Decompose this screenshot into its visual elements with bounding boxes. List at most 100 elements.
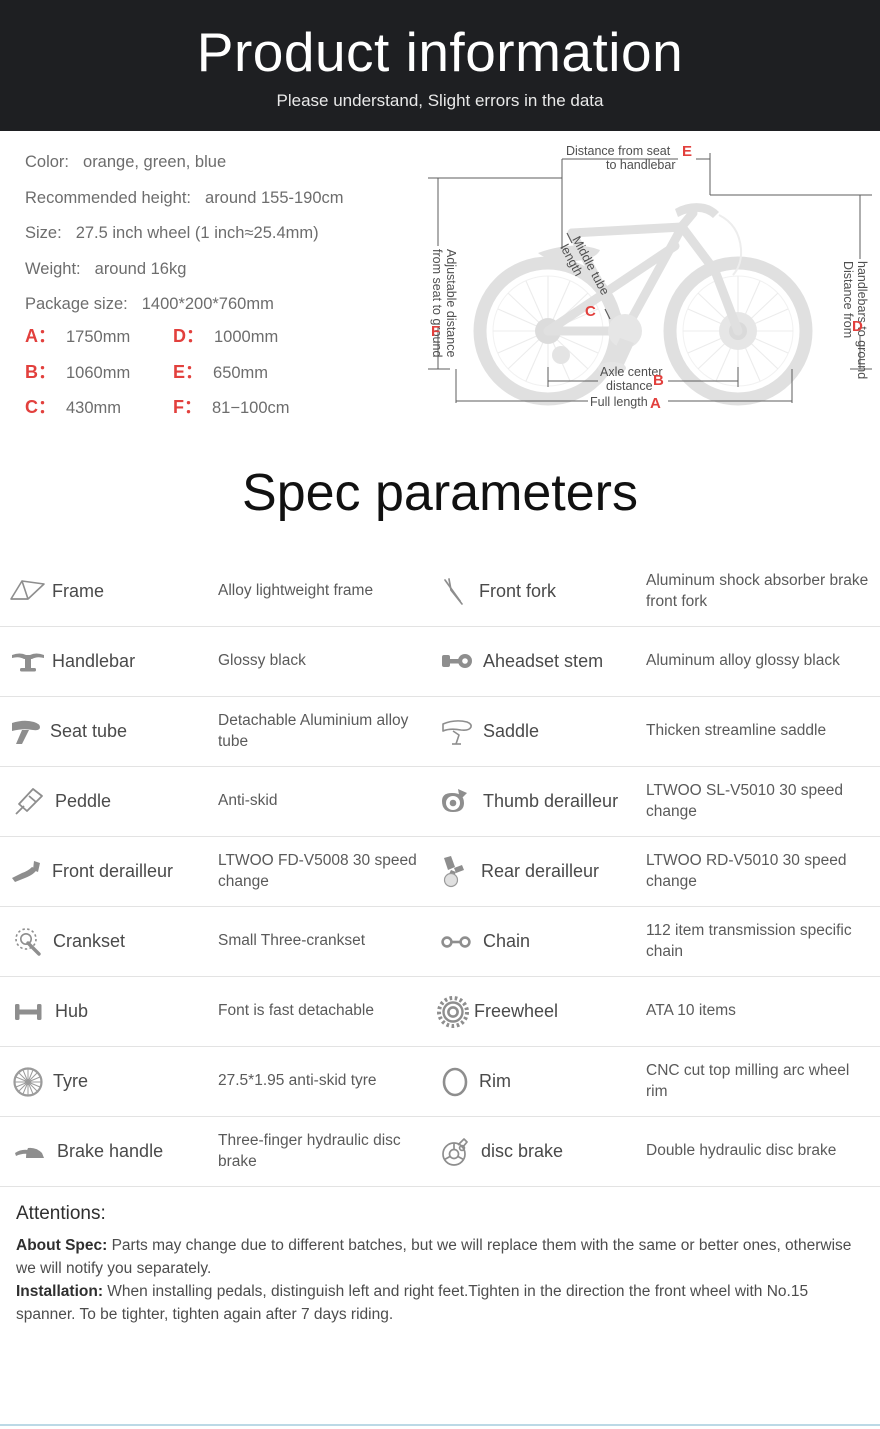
label-adjustable-line2: from seat to ground xyxy=(430,249,444,357)
dimension-entry: C： 430mm xyxy=(25,390,173,426)
page-title: Product information xyxy=(196,21,684,84)
crankset-icon xyxy=(15,927,41,956)
dimension-entry: F： 81−100cm xyxy=(173,390,355,426)
label-seat-to-handlebar-line2: to handlebar xyxy=(606,158,676,172)
spec-name-label: Front derailleur xyxy=(52,861,174,882)
page-subtitle: Please understand, Slight errors in the … xyxy=(276,90,604,110)
about-spec-text: Parts may change due to different batche… xyxy=(16,1237,852,1277)
spec-value: Thicken streamline saddle xyxy=(646,722,827,740)
attribute-row: Weight: around 16kg xyxy=(25,252,425,288)
attribute-label: Weight: xyxy=(25,259,81,278)
installation-label: Installation: xyxy=(16,1283,103,1300)
spec-value: LTWOO SL-V5010 30 speed change xyxy=(646,782,844,820)
table-row: Seat tube Detachable Aluminium alloy tub… xyxy=(0,697,880,767)
spec-value: Detachable Aluminium alloy tube xyxy=(218,712,409,750)
dimension-entry: E： 650mm xyxy=(173,355,355,391)
freewheel-icon xyxy=(437,995,469,1028)
spec-value: Three-finger hydraulic disc brake xyxy=(218,1132,401,1170)
dimension-value: 1750mm xyxy=(66,328,131,346)
attention-installation-paragraph: Installation: When installing pedals, di… xyxy=(16,1280,864,1326)
label-key-A: A xyxy=(650,395,661,412)
spec-name-label: Brake handle xyxy=(57,1141,164,1162)
about-spec-label: About Spec: xyxy=(16,1237,108,1254)
spec-value: 112 item transmission specific chain xyxy=(646,922,852,960)
handlebar-icon xyxy=(12,653,44,671)
spec-name-label: Peddle xyxy=(55,791,112,812)
spec-value: Double hydraulic disc brake xyxy=(646,1142,837,1160)
spec-name-cell: Seat tube xyxy=(0,716,200,748)
front-derailleur-icon xyxy=(12,860,40,882)
attentions-title: Attentions: xyxy=(16,1203,106,1224)
hub-icon xyxy=(15,1003,42,1020)
label-adjustable-line1: Adjustable distance xyxy=(444,249,458,357)
attribute-value: around 16kg xyxy=(94,259,187,278)
spec-value: LTWOO RD-V5010 30 speed change xyxy=(646,852,847,890)
spec-name-label: Hub xyxy=(55,1001,89,1022)
attentions-section: Attentions: About Spec: Parts may change… xyxy=(0,1187,880,1326)
aheadset-stem-icon xyxy=(442,653,472,668)
rear-derailleur-icon xyxy=(443,855,464,887)
spec-name-cell: Front derailleur xyxy=(0,858,200,886)
spec-value: ATA 10 items xyxy=(646,1002,736,1020)
attribute-label: Recommended height: xyxy=(25,188,192,207)
dimension-entry: A： 1750mm xyxy=(25,319,173,355)
attention-spec-paragraph: About Spec: Parts may change due to diff… xyxy=(16,1234,864,1280)
spec-name-label: Freewheel xyxy=(474,1001,559,1022)
rim-icon xyxy=(442,1067,468,1096)
spec-name-cell: Hub xyxy=(0,1001,200,1023)
spec-value: Alloy lightweight frame xyxy=(218,582,374,600)
label-key-E: E xyxy=(682,143,692,160)
dimension-value: 430mm xyxy=(66,399,122,417)
attribute-value: around 155-190cm xyxy=(205,188,344,207)
attribute-row: Color: orange, green, blue xyxy=(25,145,425,181)
attribute-label: Package size: xyxy=(25,295,128,313)
attribute-label: Color: xyxy=(25,153,70,171)
product-attributes-list: Color: orange, green, blue Recommended he… xyxy=(25,145,425,323)
spec-name-label: Chain xyxy=(483,931,531,952)
spec-name-cell: Peddle xyxy=(0,786,200,818)
dimension-key: A： xyxy=(25,326,56,346)
disc-brake-icon xyxy=(442,1137,468,1166)
spec-name-label: Handlebar xyxy=(52,651,136,672)
spec-value: Aluminum alloy glossy black xyxy=(646,652,840,670)
spec-parameters-heading: Spec parameters xyxy=(242,464,638,522)
spec-name-cell: Front fork xyxy=(428,576,638,608)
spec-name-cell: Rim xyxy=(428,1066,638,1098)
spec-value: Font is fast detachable xyxy=(218,1002,374,1020)
spec-name-label: Frame xyxy=(52,581,105,602)
spec-parameters-table: Frame Alloy lightweight frame Front fork… xyxy=(0,557,880,1187)
page-header: Product information Please understand, S… xyxy=(0,0,880,131)
peddle-icon xyxy=(15,787,43,815)
spec-name-label: Crankset xyxy=(53,931,126,952)
table-row: Peddle Anti-skid Thumb derailleur LTWOO … xyxy=(0,767,880,837)
tyre-icon xyxy=(13,1066,43,1097)
spec-name-cell: Crankset xyxy=(0,926,200,958)
saddle-icon xyxy=(442,719,472,745)
label-key-C: C xyxy=(585,303,596,320)
attribute-value: 1400*200*760mm xyxy=(141,295,274,313)
dimension-key: B： xyxy=(25,361,56,382)
table-row: Handlebar Glossy black Aheadset stem Alu… xyxy=(0,627,880,697)
attribute-label: Size: xyxy=(25,224,62,242)
label-seat-to-handlebar-line1: Distance from seat xyxy=(566,144,671,158)
spec-name-cell: Thumb derailleur xyxy=(428,787,638,817)
spec-name-label: Tyre xyxy=(53,1071,89,1092)
spec-name-label: disc brake xyxy=(481,1141,564,1162)
dimension-key: F： xyxy=(173,397,202,417)
spec-value: Glossy black xyxy=(218,652,306,670)
spec-name-cell: Frame xyxy=(0,577,200,607)
dimension-key: D： xyxy=(173,326,204,346)
label-full-length: Full length xyxy=(590,395,648,409)
bike-dimension-diagram: Distance from seat to handlebar E Adjust… xyxy=(420,131,880,431)
spec-value: Aluminum shock absorber brake front fork xyxy=(646,572,869,610)
brake-handle-icon xyxy=(15,1147,44,1158)
spec-name-cell: Freewheel xyxy=(428,995,638,1029)
attribute-value: 27.5 inch wheel (1 inch≈25.4mm) xyxy=(75,224,319,242)
spec-value: LTWOO FD-V5008 30 speed change xyxy=(218,852,417,890)
spec-name-cell: Aheadset stem xyxy=(428,651,638,673)
spec-name-cell: Saddle xyxy=(428,716,638,748)
chain-icon xyxy=(441,935,471,948)
spec-name-cell: Tyre xyxy=(0,1066,200,1098)
footer-divider xyxy=(0,1424,880,1426)
spec-name-label: Thumb derailleur xyxy=(483,791,619,812)
